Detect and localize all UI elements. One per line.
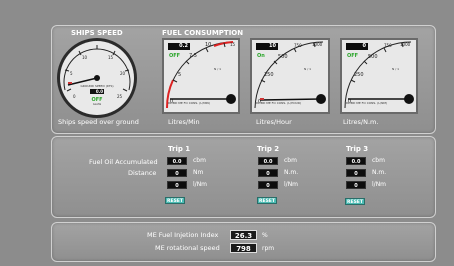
gauge1-footer: DL-BD ME FO CONS. (L/MIN) — [168, 101, 210, 105]
engine-panel — [51, 222, 436, 262]
trip2-rate-value: 0 — [258, 181, 278, 189]
gauge1-readout: 0.2 — [168, 43, 190, 50]
gauge1-tick-10: 10 — [205, 42, 211, 48]
fuel-index-value: 26.3 — [230, 230, 257, 240]
trip1-distance-unit: Nm — [193, 169, 204, 176]
trip3-rate-value: 0 — [346, 181, 366, 189]
ships-speed-title: SHIPS SPEED — [71, 29, 123, 37]
gauge2-scale-note: N / 1 — [304, 67, 311, 71]
trip2-rate-unit: l/Nm — [284, 181, 299, 188]
gauge3-tick-500: 500 — [368, 54, 378, 60]
trip2-fuel-unit: cbm — [284, 157, 297, 164]
trip2-fuel-value: 0.0 — [258, 157, 278, 165]
gauge3-footer: DL-BD ME FO CONS. (L/NM) — [346, 101, 387, 105]
rpm-unit: rpm — [262, 245, 275, 252]
row-label-distance: Distance — [128, 169, 157, 177]
gauge2-footer: DL-BD ME FO CONS. (L/HOUR) — [256, 101, 301, 105]
fuel-consumption-title: FUEL CONSUMPTION — [162, 29, 244, 37]
gauge3-tick-250: 250 — [354, 72, 364, 78]
fuel-gauge-litres-nm: 250 500 750 1000 0 N / 1 OFF DL-BD ME FO… — [340, 38, 418, 114]
trips-panel — [51, 136, 436, 218]
gauge1-tick-15: 15 — [230, 42, 236, 47]
gauge2-status: On — [257, 53, 265, 59]
trip1-fuel-value: 0.0 — [167, 157, 187, 165]
trip3-distance-value: 0 — [346, 169, 366, 177]
gauge3-readout: 0 — [346, 43, 368, 50]
rpm-value: 798 — [230, 243, 257, 253]
ships-speed-gauge: 0 5 10 15 20 25 GROUND SPEED (KTS) 0.0 O… — [57, 38, 137, 118]
trip2-reset-button[interactable]: RESET — [257, 197, 277, 204]
gauge2-caption: Litres/Hour — [256, 118, 292, 126]
gauge1-tick-75: 7.5 — [189, 53, 197, 59]
trip3-fuel-unit: cbm — [372, 157, 385, 164]
gauge3-tick-1000: 1000 — [400, 42, 411, 47]
gauge2-tick-1000: 1000 — [312, 42, 323, 47]
speed-readout: 0.0 — [96, 89, 103, 94]
trip3-fuel-value: 0.0 — [346, 157, 366, 165]
speed-sub-label: GLASS — [93, 102, 102, 106]
trip1-distance-value: 0 — [167, 169, 187, 177]
trip3-distance-unit: N.m. — [372, 169, 387, 176]
gauge2-readout: 10 — [256, 43, 278, 50]
gauge3-tick-750: 750 — [384, 43, 392, 48]
speed-tick-15: 15 — [108, 55, 114, 60]
speed-tick-10: 10 — [82, 55, 88, 60]
gauge1-scale-note: N / 1 — [214, 67, 221, 71]
trip2-distance-value: 0 — [258, 169, 278, 177]
trip3-rate-unit: l/Nm — [372, 181, 387, 188]
gauge2-tick-750: 750 — [294, 43, 302, 48]
speed-tick-20: 20 — [120, 71, 126, 76]
speed-inner-label: GROUND SPEED (KTS) — [80, 84, 113, 88]
trip3-reset-button[interactable]: RESET — [345, 198, 365, 205]
gauge2-needle — [259, 98, 322, 101]
gauge2-tick-250: 250 — [264, 72, 274, 78]
trip1-title: Trip 1 — [168, 145, 191, 153]
fuel-gauge-litres-min: 5 7.5 10 15 0 N / 1 OFF DL-BD ME FO CONS… — [162, 38, 240, 114]
ships-speed-caption: Ships speed over ground — [58, 118, 139, 126]
gauge1-tick-5: 5 — [178, 72, 181, 78]
fuel-index-label: ME Fuel Injetion Index — [147, 231, 219, 239]
gauge2-tick-500: 500 — [278, 54, 288, 60]
trip1-rate-value: 0 — [167, 181, 187, 189]
trip3-title: Trip 3 — [346, 145, 369, 153]
gauge3-scale-note: N / 1 — [392, 67, 399, 71]
row-label-fuel-oil: Fuel Oil Accumulated — [89, 158, 158, 166]
fuel-gauge-litres-hour: 250 500 750 1000 0 N / 1 On DL-BD ME FO … — [250, 38, 330, 114]
fuel-index-unit: % — [262, 232, 268, 239]
gauge1-status: OFF — [169, 53, 180, 59]
trip2-title: Trip 2 — [257, 145, 280, 153]
gauge1-caption: Litres/Min — [168, 118, 200, 126]
trip1-reset-button[interactable]: RESET — [165, 197, 185, 204]
speed-tick-25: 25 — [117, 94, 123, 99]
gauge3-caption: Litres/N.m. — [343, 118, 379, 126]
trip1-fuel-unit: cbm — [193, 157, 206, 164]
trip1-rate-unit: l/Nm — [193, 181, 208, 188]
trip2-distance-unit: N.m. — [284, 169, 299, 176]
gauge3-status: OFF — [347, 53, 358, 59]
rpm-label: ME rotational speed — [155, 244, 220, 252]
